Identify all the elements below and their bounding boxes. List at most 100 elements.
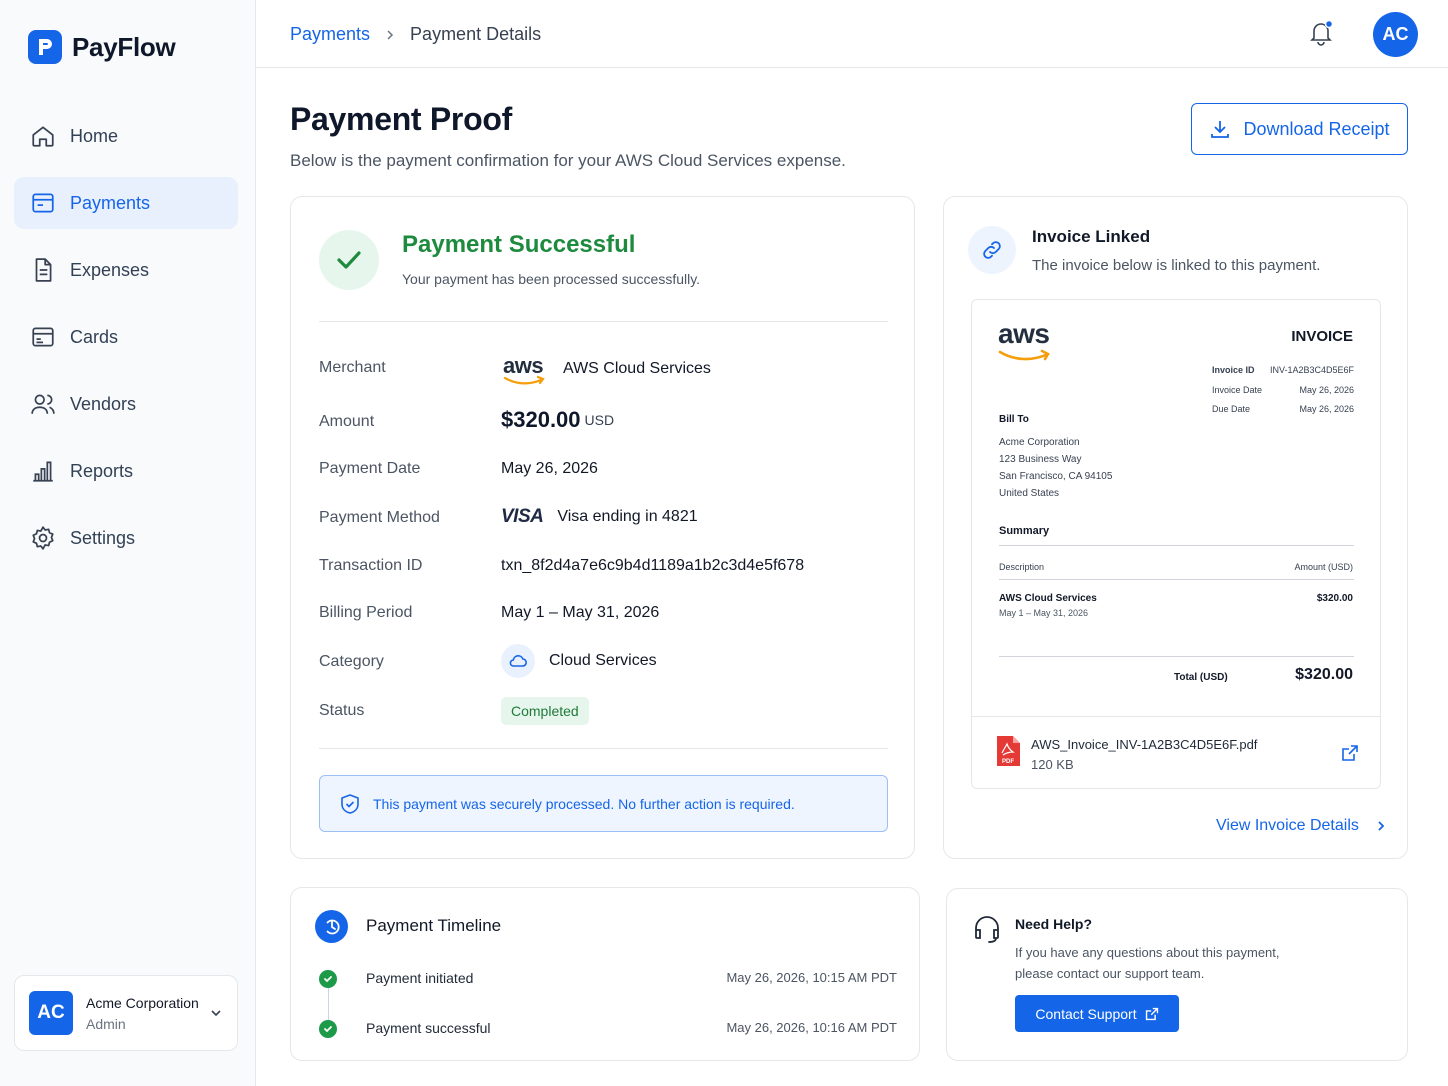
account-role: Admin [86, 1015, 126, 1032]
status-badge: Completed [501, 697, 589, 725]
top-bar: Payments Payment Details AC [256, 0, 1448, 68]
amount-currency: USD [584, 412, 615, 428]
headset-icon [975, 916, 999, 943]
payment-method-value: VISA Visa ending in 4821 [501, 506, 698, 528]
payment-status-subtitle: Your payment has been processed successf… [402, 271, 701, 287]
timeline-event-time: May 26, 2026, 10:15 AM PDT [726, 970, 897, 985]
category-label: Category [319, 653, 384, 670]
view-invoice-details-link[interactable]: View Invoice Details [1216, 817, 1387, 835]
invoice-divider [999, 656, 1354, 657]
payflow-logo-icon [28, 30, 62, 64]
external-link-icon[interactable] [1341, 744, 1359, 762]
cloud-icon [501, 644, 535, 678]
need-help-card: Need Help? If you have any questions abo… [946, 888, 1408, 1061]
invoice-meta-row: Invoice ID INV-1A2B3C4D5E6F [1212, 365, 1354, 375]
chevron-right-icon [1378, 821, 1385, 831]
summary-heading: Summary [999, 525, 1050, 537]
app-logo[interactable]: PayFlow [28, 30, 176, 64]
account-name: Acme Corporation [86, 994, 199, 1011]
payment-details-card: Payment Successful Your payment has been… [290, 196, 915, 859]
merchant-label: Merchant [319, 359, 386, 376]
invoice-item-period: May 1 – May 31, 2026 [999, 608, 1089, 618]
divider [319, 321, 888, 322]
external-link-icon [1145, 1007, 1158, 1020]
timeline-check-icon [319, 970, 337, 988]
timeline-event-label: Payment initiated [366, 970, 474, 986]
clock-icon [315, 910, 348, 943]
download-receipt-label: Download Receipt [1243, 118, 1390, 139]
invoice-divider [999, 579, 1354, 580]
shield-check-icon [341, 793, 359, 814]
payment-date-label: Payment Date [319, 460, 421, 477]
status-label: Status [319, 702, 365, 719]
amount-label: Amount [319, 413, 375, 430]
sidebar-item-label: Home [70, 125, 119, 146]
payment-status-title: Payment Successful [402, 231, 636, 258]
contact-support-button[interactable]: Contact Support [1015, 995, 1179, 1032]
bill-to-line: United States [999, 488, 1060, 499]
page-title: Payment Proof [290, 101, 512, 137]
sidebar: PayFlow Home Payments Expenses Cards Ven… [0, 0, 256, 1086]
invoice-item-name: AWS Cloud Services [999, 593, 1097, 604]
aws-logo: aws [501, 353, 549, 385]
sidebar-item-label: Reports [70, 460, 134, 481]
aws-logo: aws [998, 320, 1054, 366]
sidebar-item-expenses[interactable]: Expenses [14, 244, 238, 296]
bill-to-line: 123 Business Way [999, 454, 1082, 465]
check-icon [337, 251, 361, 269]
expenses-icon [35, 258, 52, 282]
transaction-id-value: txn_8f2d4a7e6c9b4d1189a1b2c3d4e5f678 [501, 557, 805, 574]
sidebar-item-home[interactable]: Home [14, 110, 238, 162]
category-text: Cloud Services [549, 652, 657, 669]
sidebar-item-label: Vendors [70, 393, 137, 414]
vendors-icon [31, 394, 55, 414]
sidebar-item-payments[interactable]: Payments [14, 177, 238, 229]
payment-method-text: Visa ending in 4821 [557, 508, 698, 525]
sidebar-item-cards[interactable]: Cards [14, 311, 238, 363]
payment-date-value: May 26, 2026 [501, 460, 598, 477]
timeline-check-icon [319, 1020, 337, 1038]
app-name: PayFlow [72, 31, 176, 62]
bill-to-line: San Francisco, CA 94105 [999, 471, 1113, 482]
cards-icon [32, 327, 54, 347]
download-receipt-button[interactable]: Download Receipt [1191, 103, 1408, 155]
pdf-file-icon: PDF [997, 736, 1020, 766]
invoice-total: $320.00 [1295, 666, 1353, 683]
invoice-heading: INVOICE [1291, 328, 1353, 345]
bell-icon [1310, 19, 1334, 46]
account-avatar: AC [29, 991, 73, 1035]
invoice-file-row[interactable]: PDF AWS_Invoice_INV-1A2B3C4D5E6F.pdf 120… [972, 716, 1380, 788]
svg-text:PDF: PDF [1002, 759, 1014, 765]
invoice-linked-subtitle: The invoice below is linked to this paym… [1032, 257, 1321, 274]
sidebar-item-vendors[interactable]: Vendors [14, 378, 238, 430]
sidebar-item-reports[interactable]: Reports [14, 445, 238, 497]
secure-notice-text: This payment was securely processed. No … [373, 795, 795, 812]
account-switcher[interactable]: AC Acme Corporation Admin [14, 975, 238, 1051]
chevron-right-icon [387, 29, 394, 40]
help-title: Need Help? [1015, 916, 1093, 932]
download-icon [1211, 121, 1230, 138]
breadcrumb: Payments Payment Details [290, 24, 541, 45]
invoice-divider [999, 545, 1354, 546]
divider [319, 748, 888, 749]
transaction-id-label: Transaction ID [319, 557, 423, 574]
sidebar-item-label: Cards [70, 326, 119, 347]
merchant-value: aws AWS Cloud Services [501, 353, 711, 385]
invoice-item-amount: $320.00 [1316, 593, 1353, 604]
timeline-title: Payment Timeline [366, 916, 502, 935]
payment-method-label: Payment Method [319, 509, 440, 526]
reports-icon [33, 461, 53, 482]
timeline-event-time: May 26, 2026, 10:16 AM PDT [726, 1020, 897, 1035]
help-text: If you have any questions about this pay… [1015, 945, 1280, 981]
breadcrumb-payments-link[interactable]: Payments [290, 24, 370, 45]
notifications-button[interactable] [1306, 18, 1336, 53]
breadcrumb-current: Payment Details [410, 24, 542, 44]
sidebar-item-settings[interactable]: Settings [14, 512, 238, 564]
bill-to-heading: Bill To [999, 414, 1029, 425]
invoice-total-label: Total (USD) [1174, 672, 1228, 683]
user-avatar[interactable]: AC [1373, 12, 1418, 57]
status-value: Completed [501, 697, 589, 725]
invoice-preview[interactable]: aws INVOICE Invoice ID INV-1A2B3C4D5E6F … [971, 299, 1381, 789]
category-value: Cloud Services [501, 644, 657, 678]
col-description: Description [999, 562, 1045, 572]
